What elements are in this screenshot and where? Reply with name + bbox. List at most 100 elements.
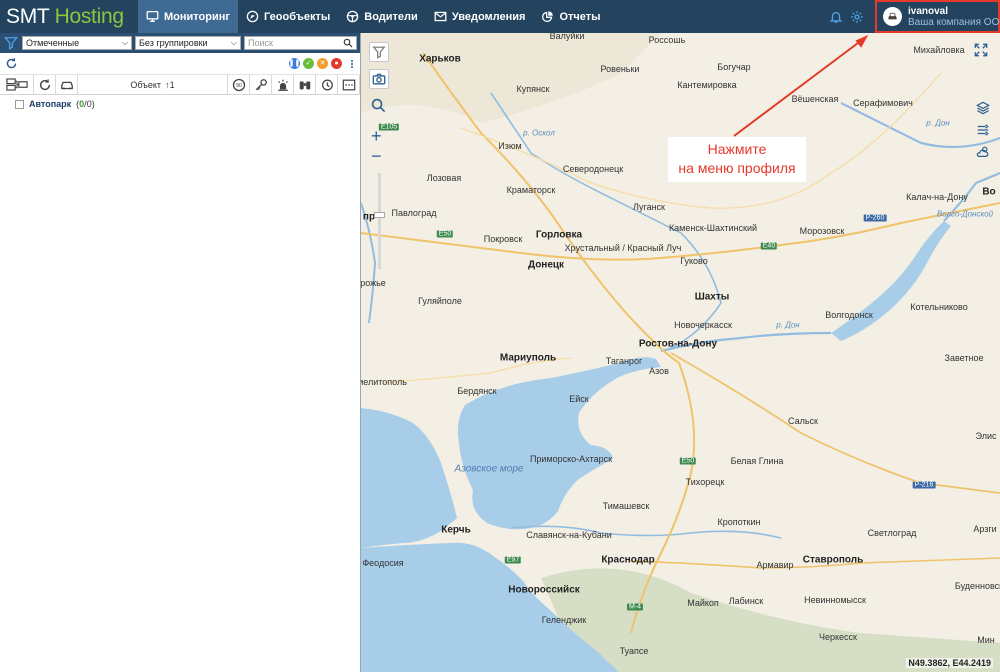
road-shield: Р-216: [912, 481, 936, 489]
north-plain: [361, 33, 661, 123]
nav-notifications[interactable]: Уведомления: [426, 0, 534, 33]
alarm-column-button[interactable]: [272, 74, 294, 95]
zoom-slider-handle[interactable]: [374, 212, 385, 218]
city-label: Феодосия: [362, 558, 404, 568]
city-label: Мариуполь: [499, 352, 557, 364]
layers-icon[interactable]: [974, 99, 992, 117]
zoom-out-button[interactable]: −: [371, 147, 382, 165]
city-label: Таганрог: [605, 356, 643, 366]
search-icon[interactable]: [343, 38, 353, 48]
warning-status-icon[interactable]: ✕: [317, 58, 328, 69]
filter-bar: Отмеченные ⌵ Без группировки ⌵: [0, 33, 360, 53]
pie-chart-icon: [542, 11, 554, 22]
group-checkbox[interactable]: [15, 99, 24, 109]
nav-label: Геообъекты: [263, 10, 331, 23]
beacon-icon: [277, 79, 288, 91]
fullscreen-icon[interactable]: [974, 43, 990, 59]
city-label: Светлоград: [867, 528, 917, 538]
city-label: Кропоткин: [717, 517, 761, 527]
clock-history-icon: [321, 79, 333, 90]
city-label: Горловка: [535, 229, 583, 241]
city-label: Геленджик: [541, 615, 587, 625]
city-label: Лабинск: [728, 596, 764, 606]
city-label: Белая Глина: [730, 456, 784, 466]
commands-column-button[interactable]: [338, 74, 360, 95]
group-objects-button[interactable]: [0, 74, 34, 95]
river-label: р. Дон: [776, 320, 800, 330]
more-options-icon[interactable]: [349, 59, 355, 68]
city-label: Луганск: [632, 202, 666, 212]
nav-reports[interactable]: Отчеты: [533, 0, 608, 33]
screenshot-button[interactable]: [369, 69, 389, 89]
city-label: Донецк: [527, 259, 565, 271]
nav-label: Водители: [364, 10, 418, 23]
pause-status-icon[interactable]: ❚❚: [289, 58, 300, 69]
binoculars-icon: [299, 81, 310, 89]
city-label: Каменск-Шахтинский: [668, 223, 758, 233]
city-label: Ейск: [569, 394, 589, 404]
user-avatar-icon: [888, 12, 897, 20]
nav-monitoring[interactable]: Мониторинг: [138, 0, 238, 33]
logo-accent: Hosting: [54, 4, 124, 28]
map-layer-tools: [974, 99, 992, 161]
city-label: Богучар: [717, 62, 751, 72]
nav-label: Уведомления: [451, 10, 526, 23]
logo-main: SMT: [6, 4, 50, 28]
nav-geoobjects[interactable]: Геообъекты: [238, 0, 338, 33]
search-input[interactable]: [248, 38, 333, 48]
city-label: Калач-на-Дону: [906, 192, 968, 202]
profile-menu[interactable]: ivanoval Ваша компания ООО: [875, 0, 1000, 33]
zoom-slider[interactable]: [378, 173, 381, 269]
filter-icon[interactable]: [3, 35, 19, 51]
city-label: Павлоград: [391, 208, 437, 218]
city-label: Тимашевск: [602, 501, 650, 511]
app-logo[interactable]: SMT Hosting: [0, 5, 138, 29]
nav-drivers[interactable]: Водители: [338, 0, 426, 33]
city-label: Азов: [649, 366, 669, 376]
grouping-select[interactable]: Без группировки ⌵: [135, 36, 241, 50]
city-label: Купянск: [516, 84, 550, 94]
status-filters: ❚❚ ✓ ✕ ●: [289, 58, 355, 69]
city-label: Хрустальный / Красный Луч: [564, 243, 682, 253]
chevron-down-icon: ⌵: [230, 38, 237, 47]
weather-icon[interactable]: [974, 143, 992, 161]
top-bar: SMT Hosting Мониторинг Геообъекты Водите…: [0, 0, 1000, 33]
object-column-header[interactable]: Объект ↑1: [78, 74, 228, 95]
vehicle-button[interactable]: [56, 74, 78, 95]
city-label: рожье: [361, 278, 386, 288]
main-nav: Мониторинг Геообъекты Водители Уведомлен…: [138, 0, 609, 33]
group-icon: [5, 78, 28, 91]
geoobjects-icon: [246, 10, 259, 23]
envelope-icon: [434, 11, 447, 22]
map-filter-button[interactable]: [369, 42, 389, 62]
ok-status-icon[interactable]: ✓: [303, 58, 314, 69]
speed-column-button[interactable]: 90: [228, 74, 250, 95]
city-label: Бердянск: [457, 386, 497, 396]
city-label: Во: [982, 186, 996, 198]
road-shield: М-4: [626, 603, 644, 611]
road-shield: E40: [760, 242, 778, 250]
city-label: Мин: [977, 635, 995, 645]
funnel-icon: [372, 46, 386, 59]
zoom-in-button[interactable]: +: [371, 127, 382, 145]
objects-panel: Отмеченные ⌵ Без группировки ⌵ ❚❚ ✓ ✕ ●: [0, 33, 361, 672]
profile-company: Ваша компания ООО: [908, 16, 1000, 28]
city-label: Славянск-на-Кубани: [526, 530, 612, 540]
lock-status-icon[interactable]: ●: [331, 58, 342, 69]
bell-icon[interactable]: [828, 9, 844, 25]
reload-objects-button[interactable]: [34, 74, 56, 95]
city-label: Краматорск: [506, 185, 556, 195]
sensors-column-button[interactable]: [294, 74, 316, 95]
city-label: Новочеркасск: [674, 320, 732, 330]
road-shield: E50: [436, 230, 454, 238]
map-search-icon[interactable]: [371, 98, 387, 114]
ignition-column-button[interactable]: [250, 74, 272, 95]
traffic-icon[interactable]: [974, 121, 992, 139]
gear-icon[interactable]: [849, 9, 865, 25]
last-message-column-button[interactable]: [316, 74, 338, 95]
city-label: Заветное: [944, 353, 984, 363]
view-select[interactable]: Отмеченные ⌵: [22, 36, 132, 50]
map-view[interactable]: Харьков Валуйки Россошь Ровеньки Богучар Миха…: [361, 33, 1000, 672]
tree-group-row[interactable]: Автопарк (0/0): [0, 95, 360, 113]
refresh-icon[interactable]: [5, 57, 18, 70]
